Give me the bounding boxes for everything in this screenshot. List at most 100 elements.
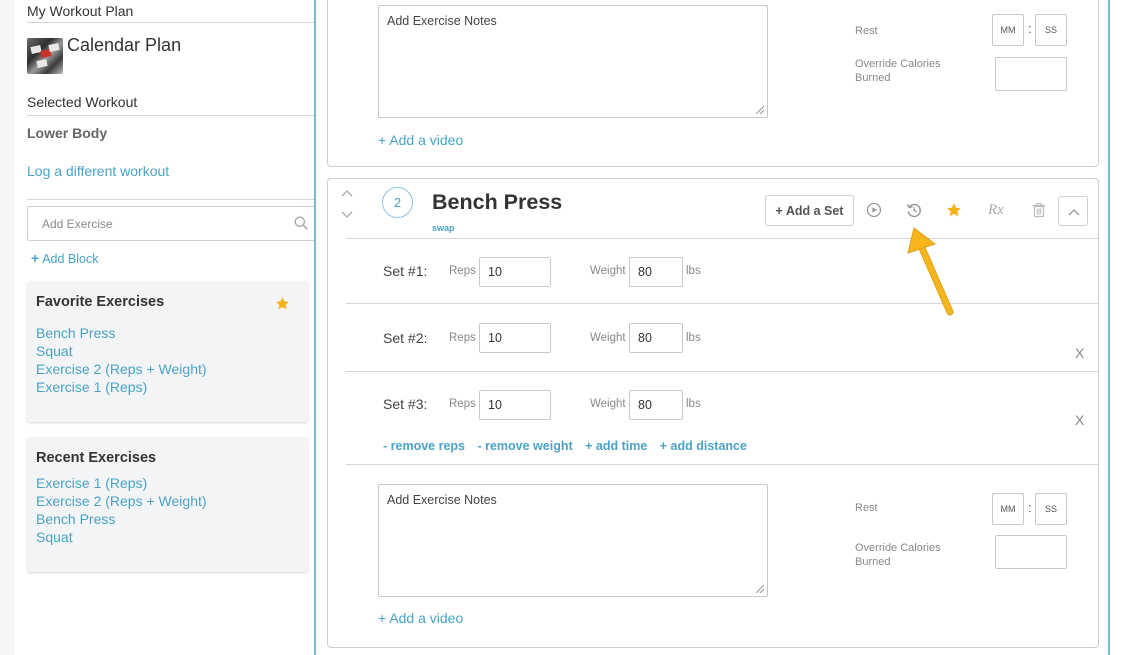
recent-exercises-list: Exercise 1 (Reps) Exercise 2 (Reps + Wei… (36, 474, 207, 546)
rest-minutes-input[interactable]: MM (992, 493, 1024, 525)
add-block-label: Add Block (42, 252, 99, 266)
divider (346, 238, 1099, 239)
trash-icon[interactable] (1031, 202, 1047, 218)
favorite-exercises-list: Bench Press Squat Exercise 2 (Reps + Wei… (36, 324, 207, 396)
recent-exercise-item[interactable]: Squat (36, 528, 207, 546)
add-video-link[interactable]: + Add a video (378, 132, 463, 148)
reps-input[interactable]: 10 (479, 257, 551, 287)
remove-weight-link[interactable]: - remove weight (477, 439, 572, 453)
sidebar: My Workout Plan Calendar Plan Selected W… (14, 0, 322, 655)
exercise-number: 2 (382, 187, 413, 218)
rest-seconds-input[interactable]: SS (1035, 493, 1067, 525)
rx-icon[interactable]: Rx (988, 202, 1004, 219)
override-calories-input[interactable] (995, 57, 1067, 91)
star-icon (276, 297, 289, 310)
divider (27, 115, 321, 116)
annotation-arrow (907, 227, 954, 316)
set-label: Set #1: (383, 263, 428, 279)
plan-name[interactable]: Calendar Plan (67, 35, 181, 56)
time-separator: : (1028, 21, 1032, 36)
recent-exercises-title: Recent Exercises (36, 450, 157, 466)
add-distance-link[interactable]: + add distance (660, 439, 747, 453)
divider (27, 199, 321, 200)
weight-unit: lbs (686, 398, 701, 410)
reps-input[interactable]: 10 (479, 390, 551, 420)
selected-workout-title: Selected Workout (27, 94, 138, 110)
notes-placeholder: Add Exercise Notes (387, 14, 497, 28)
exercise-card-bench-press: 2 Bench Press swap + Add a Set Rx Set #1… (327, 178, 1099, 648)
set-label: Set #3: (383, 396, 428, 412)
reps-label: Reps (449, 398, 476, 410)
recent-exercise-item[interactable]: Bench Press (36, 510, 207, 528)
workout-name: Lower Body (27, 125, 108, 141)
exercise-notes-textarea[interactable]: Add Exercise Notes (378, 484, 768, 597)
reps-input[interactable]: 10 (479, 323, 551, 353)
add-exercise-input[interactable] (28, 207, 278, 240)
resize-handle[interactable] (756, 585, 764, 593)
left-gutter (0, 0, 14, 655)
remove-set-button[interactable]: X (1075, 345, 1084, 361)
divider (346, 303, 1099, 304)
notes-placeholder: Add Exercise Notes (387, 493, 497, 507)
plan-thumbnail[interactable] (27, 38, 63, 74)
remove-reps-link[interactable]: - remove reps (383, 439, 465, 453)
divider (346, 464, 1099, 465)
weight-label: Weight (590, 265, 626, 277)
override-calories-label: Override Calories Burned (855, 541, 941, 569)
workout-editor: Add Exercise Notes + Add a video Rest MM… (314, 0, 1110, 655)
add-time-link[interactable]: + add time (585, 439, 647, 453)
reps-label: Reps (449, 265, 476, 277)
override-calories-label-line1: Override Calories (855, 542, 941, 554)
weight-label: Weight (590, 398, 626, 410)
weight-input[interactable]: 80 (629, 323, 683, 353)
favorite-exercise-item[interactable]: Squat (36, 342, 207, 360)
log-different-workout-link[interactable]: Log a different workout (27, 163, 169, 179)
recent-exercise-item[interactable]: Exercise 1 (Reps) (36, 474, 207, 492)
weight-unit: lbs (686, 265, 701, 277)
chevron-down-icon[interactable] (341, 211, 353, 219)
add-block-link[interactable]: + Add Block (31, 250, 98, 266)
recent-exercises-panel: Recent Exercises Exercise 1 (Reps) Exerc… (27, 437, 308, 572)
override-calories-input[interactable] (995, 535, 1067, 569)
set-options: - remove reps - remove weight + add time… (383, 439, 756, 453)
recent-exercise-item[interactable]: Exercise 2 (Reps + Weight) (36, 492, 207, 510)
resize-handle[interactable] (756, 106, 764, 114)
favorite-exercises-title: Favorite Exercises (36, 294, 165, 310)
thumbnail-detail (36, 59, 48, 68)
star-icon[interactable] (946, 202, 962, 218)
rest-label: Rest (855, 502, 878, 514)
chevron-up-icon[interactable] (341, 189, 353, 197)
swap-link[interactable]: swap (432, 223, 455, 233)
exercise-notes-textarea[interactable]: Add Exercise Notes (378, 5, 768, 118)
override-calories-label: Override Calories Burned (855, 57, 941, 85)
override-calories-label-line1: Override Calories (855, 58, 941, 70)
divider (346, 371, 1099, 372)
set-label: Set #2: (383, 330, 428, 346)
plus-icon: + (31, 250, 40, 266)
favorite-exercise-item[interactable]: Bench Press (36, 324, 207, 342)
weight-input[interactable]: 80 (629, 390, 683, 420)
chevron-up-icon (1068, 209, 1080, 216)
exercise-title: Bench Press (432, 190, 563, 214)
divider (27, 22, 321, 23)
remove-set-button[interactable]: X (1075, 412, 1084, 428)
favorite-exercise-item[interactable]: Exercise 2 (Reps + Weight) (36, 360, 207, 378)
weight-input[interactable]: 80 (629, 257, 683, 287)
override-calories-label-line2: Burned (855, 556, 891, 568)
add-video-link[interactable]: + Add a video (378, 610, 463, 626)
rest-minutes-input[interactable]: MM (992, 14, 1024, 46)
favorite-exercise-item[interactable]: Exercise 1 (Reps) (36, 378, 207, 396)
collapse-button[interactable] (1058, 196, 1088, 226)
add-set-button[interactable]: + Add a Set (765, 195, 854, 226)
override-calories-label-line2: Burned (855, 72, 891, 84)
play-icon[interactable] (866, 202, 882, 218)
exercise-card-previous: Add Exercise Notes + Add a video Rest MM… (327, 0, 1099, 167)
rest-seconds-input[interactable]: SS (1035, 14, 1067, 46)
favorite-exercises-panel: Favorite Exercises Bench Press Squat Exe… (27, 281, 308, 422)
search-icon[interactable] (294, 216, 308, 230)
history-icon[interactable] (906, 202, 922, 218)
reps-label: Reps (449, 332, 476, 344)
weight-unit: lbs (686, 332, 701, 344)
thumbnail-detail (48, 43, 60, 52)
weight-label: Weight (590, 332, 626, 344)
